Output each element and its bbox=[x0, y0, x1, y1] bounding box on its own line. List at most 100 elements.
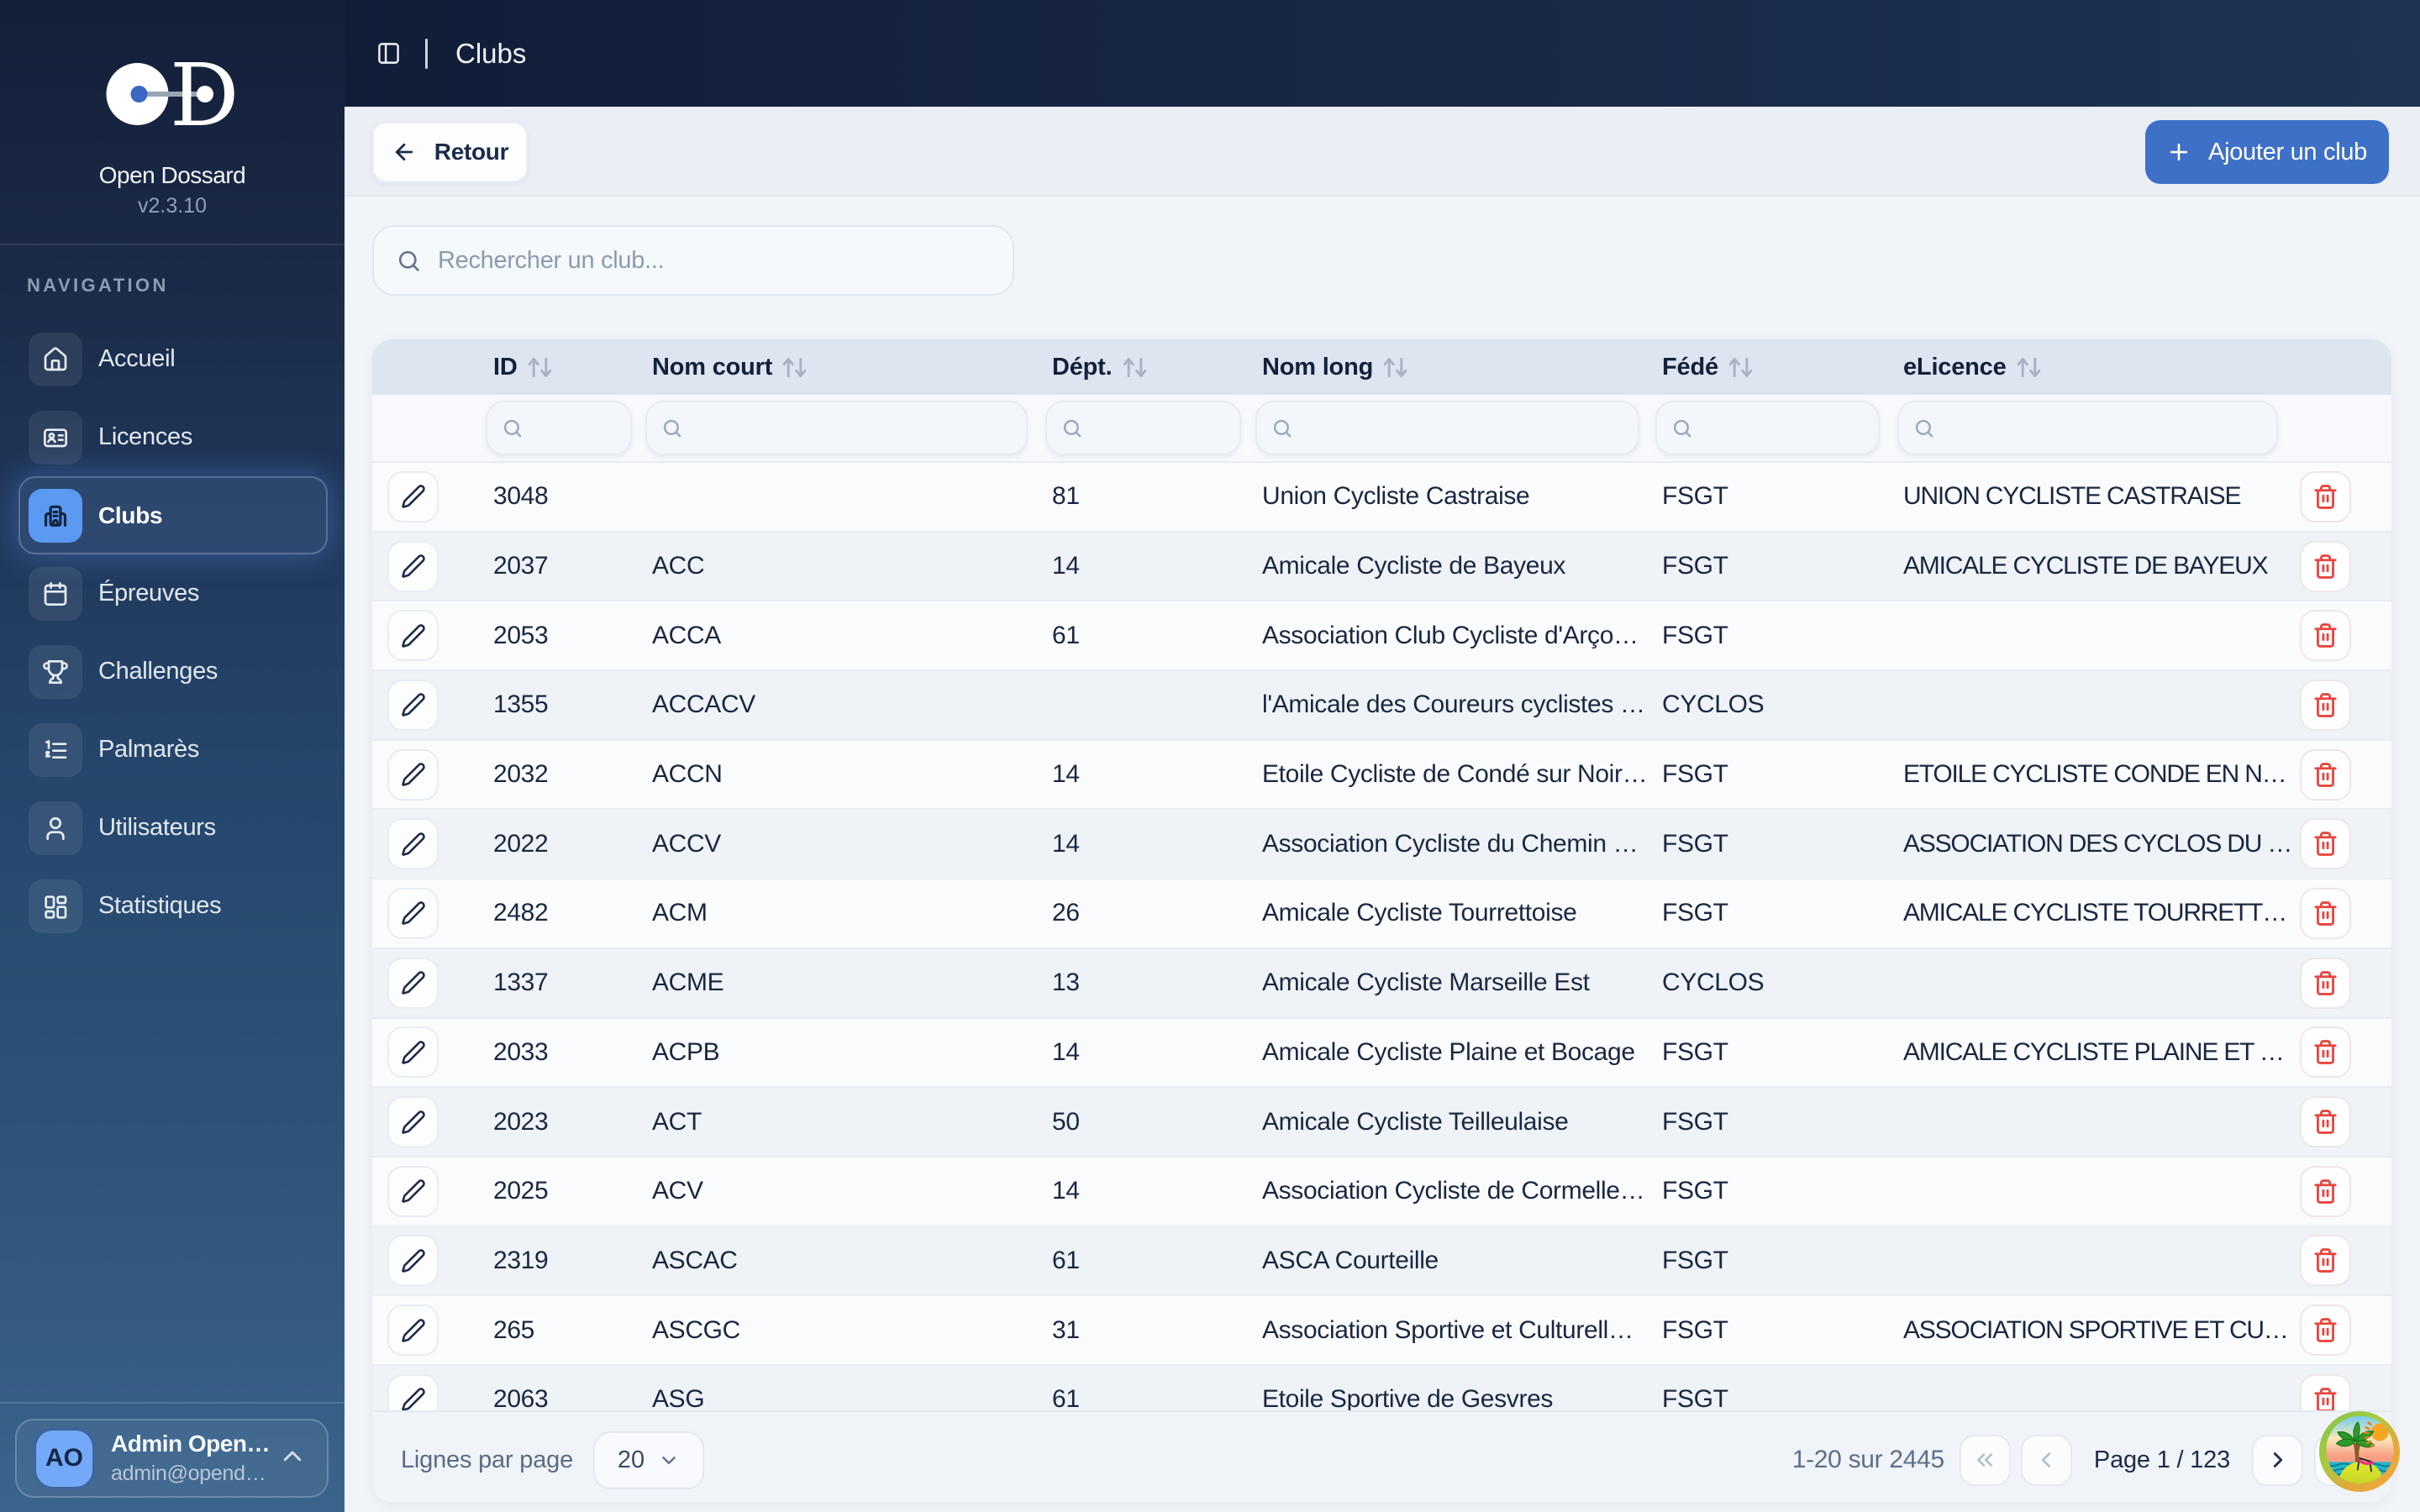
search-icon bbox=[1063, 419, 1081, 437]
edit-row-button[interactable] bbox=[387, 540, 439, 592]
back-button-label: Retour bbox=[434, 139, 509, 165]
column-header-nom_long[interactable]: Nom long bbox=[1249, 354, 1649, 381]
cell-id: 2063 bbox=[493, 1385, 549, 1410]
sidebar-item-statistiques[interactable]: Statistiques bbox=[18, 867, 328, 945]
delete-row-button[interactable] bbox=[2300, 1165, 2351, 1217]
sidebar-item-epreuves[interactable]: Épreuves bbox=[18, 554, 328, 633]
edit-row-button[interactable] bbox=[387, 887, 439, 939]
edit-row-button[interactable] bbox=[387, 610, 439, 662]
previous-page-button[interactable] bbox=[2020, 1434, 2072, 1486]
add-club-button[interactable]: Ajouter un club bbox=[2145, 120, 2389, 184]
first-page-button[interactable] bbox=[1959, 1434, 2011, 1486]
edit-row-button[interactable] bbox=[387, 957, 439, 1009]
column-header-elicence[interactable]: eLicence bbox=[1891, 354, 2279, 381]
sidebar-item-palmares[interactable]: Palmarès bbox=[18, 711, 328, 789]
filter-input-elicence[interactable] bbox=[1897, 401, 2278, 455]
sidebar-item-licences[interactable]: Licences bbox=[18, 398, 328, 476]
cell-nom_court: ACV bbox=[652, 1177, 703, 1205]
delete-row-button[interactable] bbox=[2300, 470, 2351, 522]
cell-nom_long: Etoile Sportive de Gesvres bbox=[1262, 1385, 1554, 1410]
table-row: 2319 ASCAC 61 ASCA Courteille FSGT bbox=[372, 1225, 2391, 1295]
pencil-icon bbox=[401, 971, 425, 995]
next-page-button[interactable] bbox=[2252, 1434, 2303, 1486]
delete-row-button[interactable] bbox=[2300, 610, 2351, 662]
delete-row-button[interactable] bbox=[2300, 1096, 2351, 1148]
cell-nom_long: Association Club Cycliste d'Arço… bbox=[1262, 621, 1639, 649]
filter-input-nom_long[interactable] bbox=[1255, 401, 1639, 455]
filter-input-fede[interactable] bbox=[1655, 401, 1880, 455]
column-header-nom_court[interactable]: Nom court bbox=[639, 354, 1039, 381]
search-icon bbox=[663, 419, 681, 437]
list-ordered-icon bbox=[29, 722, 82, 777]
cell-id: 2022 bbox=[493, 829, 549, 858]
table-row: 2032 ACCN 14 Etoile Cycliste de Condé su… bbox=[372, 738, 2391, 809]
cell-nom_long: Association Cycliste de Cormelle… bbox=[1262, 1177, 1645, 1205]
club-search bbox=[372, 225, 1014, 296]
home-icon bbox=[29, 332, 82, 386]
cell-fede: FSGT bbox=[1662, 1315, 1728, 1344]
delete-row-button[interactable] bbox=[2300, 748, 2351, 801]
edit-row-button[interactable] bbox=[387, 818, 439, 870]
club-search-input[interactable] bbox=[438, 246, 984, 275]
vacation-island-badge-icon[interactable] bbox=[2319, 1411, 2400, 1492]
delete-row-button[interactable] bbox=[2300, 1026, 2351, 1079]
cell-nom_court: ASCAC bbox=[652, 1246, 738, 1274]
calendar-icon bbox=[29, 566, 82, 621]
back-button[interactable]: Retour bbox=[372, 122, 528, 182]
sidebar-item-accueil[interactable]: Accueil bbox=[18, 320, 328, 398]
trash-icon bbox=[2314, 1387, 2337, 1410]
cell-fede: FSGT bbox=[1662, 1037, 1728, 1066]
table-row: 3048 81 Union Cycliste Castraise FSGT UN… bbox=[372, 461, 2391, 531]
delete-row-button[interactable] bbox=[2300, 818, 2351, 870]
trash-icon bbox=[2314, 693, 2337, 717]
delete-row-button[interactable] bbox=[2300, 957, 2351, 1009]
delete-row-button[interactable] bbox=[2300, 679, 2351, 731]
sidebar-divider bbox=[0, 244, 345, 245]
cell-dept: 61 bbox=[1052, 1246, 1080, 1274]
filter-input-nom_court[interactable] bbox=[645, 401, 1028, 455]
edit-row-button[interactable] bbox=[387, 470, 439, 522]
column-header-dept[interactable]: Dépt. bbox=[1039, 354, 1249, 381]
sort-icon bbox=[1728, 357, 1752, 377]
edit-row-button[interactable] bbox=[387, 1373, 439, 1410]
delete-row-button[interactable] bbox=[2300, 1305, 2351, 1357]
column-header-fede[interactable]: Fédé bbox=[1649, 354, 1891, 381]
edit-row-button[interactable] bbox=[387, 748, 439, 801]
delete-row-button[interactable] bbox=[2300, 540, 2351, 592]
filter-input-dept[interactable] bbox=[1045, 401, 1241, 455]
sidebar-toggle-icon[interactable] bbox=[376, 41, 401, 66]
delete-row-button[interactable] bbox=[2300, 887, 2351, 939]
delete-row-button[interactable] bbox=[2300, 1373, 2351, 1410]
edit-row-button[interactable] bbox=[387, 1096, 439, 1148]
sidebar-item-challenges[interactable]: Challenges bbox=[18, 633, 328, 711]
page-header-band: Retour Ajouter un club bbox=[345, 107, 2420, 197]
column-header-id[interactable]: ID bbox=[471, 354, 639, 381]
nav-section-label: NAVIGATION bbox=[27, 275, 169, 296]
cell-nom_court: ACCV bbox=[652, 829, 721, 858]
rows-per-page-select[interactable]: 20 bbox=[593, 1431, 704, 1489]
cell-id: 2482 bbox=[493, 899, 549, 927]
cell-fede: FSGT bbox=[1662, 482, 1728, 511]
edit-row-button[interactable] bbox=[387, 1305, 439, 1357]
edit-row-button[interactable] bbox=[387, 1165, 439, 1217]
sidebar-item-clubs[interactable]: Clubs bbox=[18, 476, 328, 554]
cell-elicence: ASSOCIATION SPORTIVE ET CU… bbox=[1903, 1315, 2289, 1344]
sidebar-item-utilisateurs[interactable]: Utilisateurs bbox=[18, 789, 328, 867]
user-menu[interactable]: AO Admin Open… admin@opend… bbox=[15, 1419, 329, 1498]
cell-nom_court: ACCACV bbox=[652, 690, 755, 719]
edit-row-button[interactable] bbox=[387, 1026, 439, 1079]
cell-id: 1337 bbox=[493, 969, 549, 997]
cell-nom_long: Union Cycliste Castraise bbox=[1262, 482, 1530, 511]
edit-row-button[interactable] bbox=[387, 1235, 439, 1287]
table-row: 2063 ASG 61 Etoile Sportive de Gesvres F… bbox=[372, 1363, 2391, 1410]
trash-icon bbox=[2314, 485, 2337, 509]
cell-nom_court: ACCN bbox=[652, 760, 723, 789]
cell-nom_long: ASCA Courteille bbox=[1262, 1246, 1439, 1274]
delete-row-button[interactable] bbox=[2300, 1235, 2351, 1287]
edit-row-button[interactable] bbox=[387, 679, 439, 731]
pencil-icon bbox=[401, 832, 425, 856]
cell-fede: FSGT bbox=[1662, 552, 1728, 580]
cell-elicence: UNION CYCLISTE CASTRAISE bbox=[1903, 482, 2241, 511]
pencil-icon bbox=[401, 1388, 425, 1410]
filter-input-id[interactable] bbox=[486, 401, 632, 455]
